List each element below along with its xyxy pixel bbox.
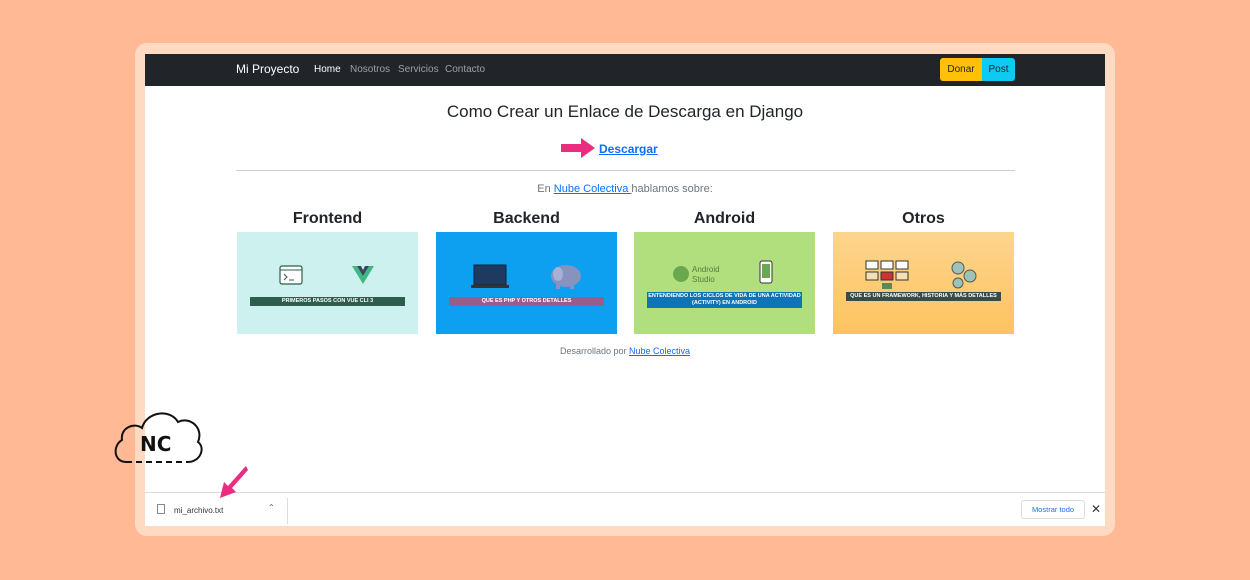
downloaded-file-name[interactable]: mi_archivo.txt [174,506,223,515]
pink-arrow-down-icon [220,466,248,498]
subtitle-prefix: En [537,183,554,195]
card-image[interactable]: QUE ES UN FRAMEWORK, HISTORIA Y MÁS DETA… [833,232,1014,334]
browser-window: Mi Proyecto Home Nosotros Servicios Cont… [145,54,1105,526]
card-otros[interactable]: Otros QUE ES UN FRAMEWORK, HISTORIA Y MÁ… [833,208,1014,334]
card-frontend[interactable]: Frontend PRIMEROS PASOS CON VUE CLI 3 [237,208,418,334]
card-title: Otros [902,210,945,227]
nube-colectiva-link[interactable]: Nube Colectiva [554,183,632,195]
show-all-button[interactable]: Mostrar todo [1021,500,1085,519]
gears-icon [951,261,977,289]
download-link[interactable]: Descargar [599,142,658,156]
card-backend[interactable]: Backend QUE ES PHP Y OTROS DETALLES [436,208,617,334]
subtitle-suffix: hablamos sobre: [631,183,713,195]
nav-link-servicios[interactable]: Servicios [398,64,439,75]
card-title: Backend [493,210,560,227]
donar-button[interactable]: Donar [940,58,982,81]
vue-logo-icon [352,266,374,284]
navbar: Mi Proyecto Home Nosotros Servicios Cont… [145,54,1105,86]
nube-colectiva-logo: NC [114,412,203,463]
card-image[interactable]: PRIMEROS PASOS CON VUE CLI 3 [237,232,418,334]
post-button[interactable]: Post [982,58,1015,81]
card-title: Frontend [292,210,363,227]
framework-grid-icon [865,260,909,289]
pink-arrow-icon [561,138,595,158]
footer-prefix: Desarrollado por [559,346,629,356]
nav-link-nosotros[interactable]: Nosotros [350,64,390,75]
card-banner: QUE ES UN FRAMEWORK, HISTORIA Y MÁS DETA… [846,292,1001,301]
card-banner: QUE ES PHP Y OTROS DETALLES [449,297,604,306]
card-title: Android [693,210,756,227]
card-image[interactable]: QUE ES PHP Y OTROS DETALLES [436,232,617,334]
svg-text:NC: NC [140,432,171,456]
footer-link[interactable]: Nube Colectiva [629,346,690,356]
android-studio-logo-icon: Android Studio [673,265,720,284]
card-image[interactable]: Android Studio ENTENDIENDO LOS CICLOS DE… [634,232,815,334]
divider [287,498,288,524]
card-banner: ENTENDIENDO LOS CICLOS DE VIDA DE UNA AC… [647,292,802,308]
subtitle: En Nube Colectiva hablamos sobre: [145,183,1105,195]
divider [236,170,1015,171]
nav-link-home[interactable]: Home [314,64,341,75]
svg-text:Studio: Studio [692,275,715,284]
navbar-brand[interactable]: Mi Proyecto [236,62,299,76]
download-bar: mi_archivo.txt ⌃ Mostrar todo ✕ [145,492,1105,526]
phone-icon [759,260,773,284]
laptop-icon [471,264,509,288]
card-android[interactable]: Android Android Studio ENTENDIENDO LOS C… [634,208,815,334]
chevron-up-icon[interactable]: ⌃ [268,503,275,512]
close-icon[interactable]: ✕ [1091,502,1101,516]
card-banner: PRIMEROS PASOS CON VUE CLI 3 [250,297,405,306]
php-elephant-icon [551,265,581,289]
page-title: Como Crear un Enlace de Descarga en Djan… [446,102,804,121]
footer: Desarrollado por Nube Colectiva [145,346,1105,356]
terminal-icon [279,265,303,285]
nav-link-contacto[interactable]: Contacto [445,64,485,75]
svg-text:Android: Android [692,265,720,274]
file-icon [157,504,165,514]
